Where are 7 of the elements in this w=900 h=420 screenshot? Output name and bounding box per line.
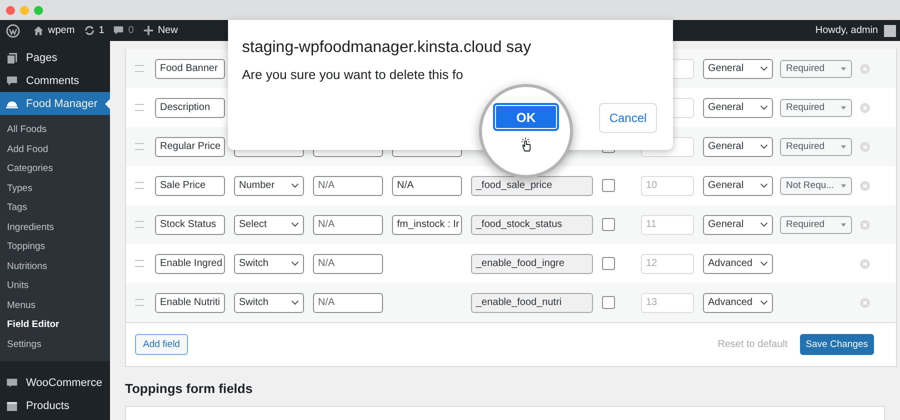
dialog-title: staging-wpfoodmanager.kinsta.cloud say <box>242 39 532 57</box>
meta-key-field: _enable_food_nutri <box>471 292 593 312</box>
meta-key-field: _food_sale_price <box>471 176 593 196</box>
dialog-message: Are you sure you want to delete this fo <box>242 67 464 82</box>
section-heading: Toppings form fields <box>125 381 254 396</box>
meta-key-field: _enable_food_ingre <box>471 254 593 274</box>
meta-key-field: _food_stock_status <box>471 214 593 234</box>
